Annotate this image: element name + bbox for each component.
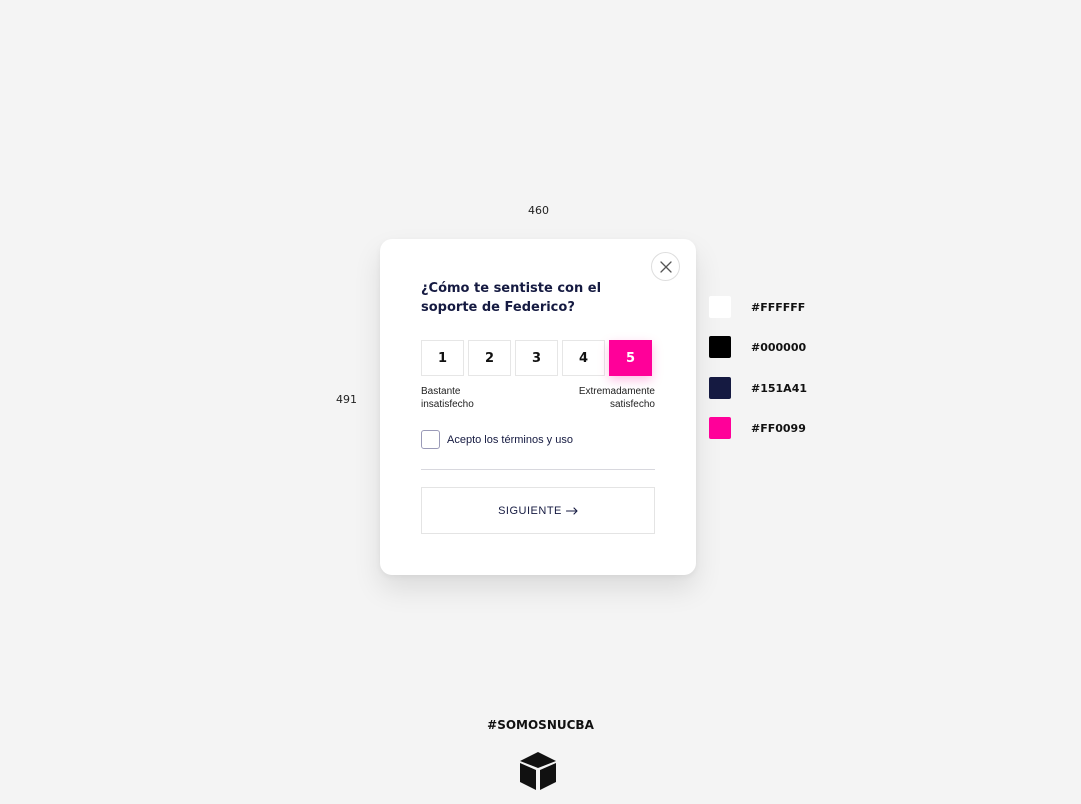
terms-checkbox[interactable] <box>421 430 440 449</box>
next-button-label: SIGUIENTE <box>498 504 562 517</box>
swatch-navy <box>709 377 731 399</box>
swatch-white <box>709 296 731 318</box>
width-annotation: 460 <box>528 204 549 217</box>
height-annotation: 491 <box>336 393 357 406</box>
close-button[interactable] <box>651 252 680 281</box>
swatch-pink-label: #FF0099 <box>751 421 806 435</box>
arrow-right-icon <box>565 506 578 515</box>
terms-row[interactable]: Acepto los términos y uso <box>421 430 573 449</box>
swatch-navy-label: #151A41 <box>751 381 807 395</box>
rating-option-5[interactable]: 5 <box>609 340 652 376</box>
terms-label: Acepto los términos y uso <box>447 433 573 446</box>
rating-option-4[interactable]: 4 <box>562 340 605 376</box>
close-icon <box>659 260 672 273</box>
swatch-white-label: #FFFFFF <box>751 300 806 314</box>
rating-option-1[interactable]: 1 <box>421 340 464 376</box>
brand-hashtag: #SOMOSNUCBA <box>487 718 594 732</box>
rating-scale: 1 2 3 4 5 <box>421 340 652 376</box>
scale-max-label: Extremadamente satisfecho <box>578 386 655 410</box>
rating-option-2[interactable]: 2 <box>468 340 511 376</box>
palette-item-black: #000000 <box>709 336 806 358</box>
palette-item-navy: #151A41 <box>709 377 807 399</box>
palette-item-pink: #FF0099 <box>709 417 806 439</box>
palette-item-white: #FFFFFF <box>709 296 805 318</box>
swatch-black-label: #000000 <box>751 340 807 354</box>
swatch-pink <box>709 417 731 439</box>
next-button[interactable]: SIGUIENTE <box>421 487 655 534</box>
survey-modal: ¿Cómo te sentiste con el soporte de Fede… <box>380 239 696 575</box>
nucba-cube-logo <box>520 752 556 790</box>
swatch-black <box>709 336 731 358</box>
scale-min-label: Bastante insatisfecho <box>421 386 474 410</box>
divider <box>421 469 655 470</box>
survey-question: ¿Cómo te sentiste con el soporte de Fede… <box>421 281 602 315</box>
rating-option-3[interactable]: 3 <box>515 340 558 376</box>
